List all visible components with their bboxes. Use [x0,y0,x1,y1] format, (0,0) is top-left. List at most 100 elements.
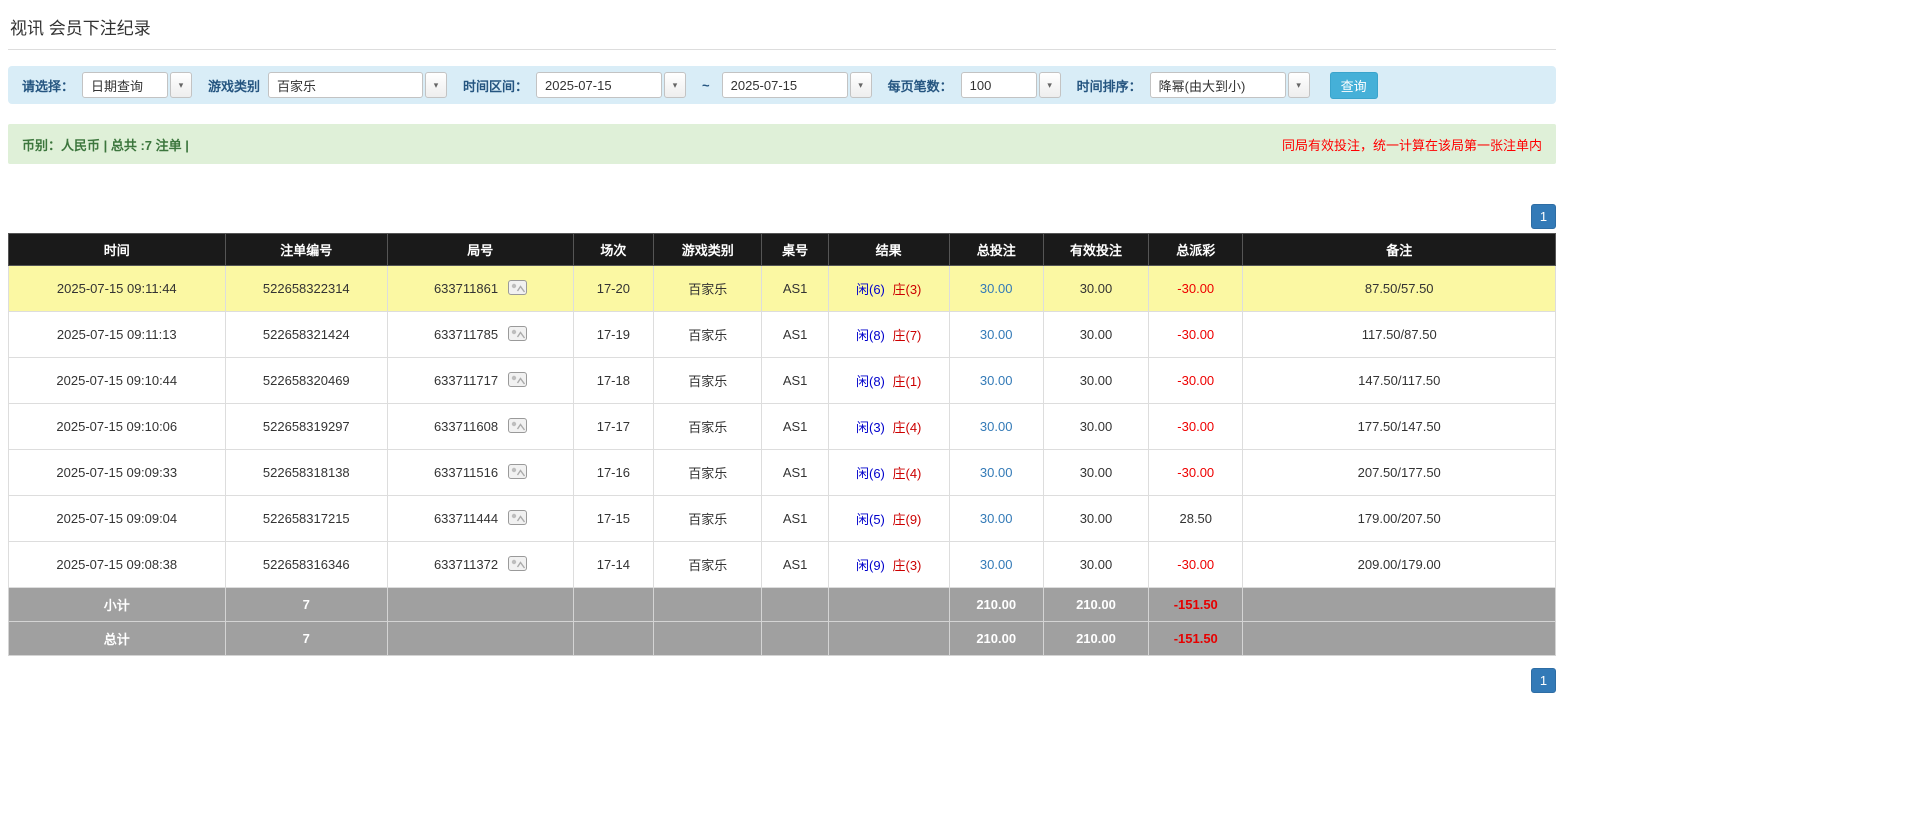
column-header: 有效投注 [1042,233,1150,266]
table-body: 2025-07-15 09:11:44 522658322314 6337118… [8,265,1556,588]
cell-payout: -30.00 [1148,541,1244,588]
filter-bar: 请选择： ▾ 游戏类别 ▾ 时间区间： ▾ ~ ▾ 每页笔数： ▾ 时间排序： … [8,66,1556,104]
date-to-combo: ▾ [721,72,872,98]
cell-valid-bet: 30.00 [1042,357,1150,404]
cell-time: 2025-07-15 09:10:44 [8,357,226,404]
summary-cell [827,621,950,656]
page-1-button[interactable]: 1 [1531,204,1556,229]
round-result-icon[interactable] [507,325,527,344]
cell-table-no: AS1 [761,541,829,588]
result-player: 闲(5) [855,512,885,527]
page-1-button[interactable]: 1 [1531,668,1556,693]
date-from-input[interactable] [536,72,663,98]
cell-payout: -30.00 [1148,357,1244,404]
column-header: 桌号 [761,233,829,266]
summary-cell [761,587,829,622]
summary-row: 小计 7 210.00 210.00 -151.50 [8,587,1556,622]
cell-game-type: 百家乐 [653,403,763,450]
cell-round: 633711785 [387,311,574,358]
cell-remark: 87.50/57.50 [1242,265,1556,312]
result-banker: 庄(3) [892,558,922,573]
round-id: 633711444 [433,510,499,526]
result-banker: 庄(1) [892,374,922,389]
bet-records-table: 时间 注单编号 局号 场次 游戏类别 桌号 结果 总投注 有效投注 总派彩 备注 2025-07-1… [8,233,1556,656]
summary-cell: -151.50 [1148,621,1244,656]
search-button[interactable]: 查询 [1329,71,1378,99]
time-sort-input[interactable] [1149,72,1286,98]
cell-valid-bet: 30.00 [1042,311,1150,358]
cell-total-bet-link[interactable]: 30.00 [948,357,1044,404]
summary-cell: 210.00 [948,621,1044,656]
round-result-icon[interactable] [507,509,527,528]
result-player: 闲(6) [855,466,885,481]
cell-time: 2025-07-15 09:09:33 [8,449,226,496]
cell-result: 闲(5) 庄(9) [827,495,950,542]
cell-game-type: 百家乐 [653,357,763,404]
round-id: 633711516 [433,464,499,480]
result-player: 闲(8) [855,374,885,389]
date-to-input[interactable] [721,72,848,98]
chevron-down-icon[interactable]: ▾ [170,72,193,98]
summary-cell: 210.00 [1042,621,1150,656]
chevron-down-icon[interactable]: ▾ [425,72,448,98]
cell-remark: 209.00/179.00 [1242,541,1556,588]
cell-result: 闲(3) 庄(4) [827,403,950,450]
game-type-label: 游戏类别 [208,78,261,94]
round-result-icon[interactable] [507,279,527,298]
cell-remark: 117.50/87.50 [1242,311,1556,358]
round-result-icon[interactable] [507,417,527,436]
select-type-input[interactable] [82,72,169,98]
pagination-bottom: 1 [8,668,1556,693]
result-player: 闲(3) [855,420,885,435]
summary-cell [1242,621,1556,656]
result-banker: 庄(7) [892,328,922,343]
cell-payout: -30.00 [1148,265,1244,312]
summary-row: 总计 7 210.00 210.00 -151.50 [8,621,1556,656]
summary-cell: 7 [224,587,389,622]
cell-total-bet-link[interactable]: 30.00 [948,495,1044,542]
chevron-down-icon[interactable]: ▾ [664,72,687,98]
result-banker: 庄(4) [892,466,922,481]
round-result-icon[interactable] [507,463,527,482]
summary-cell [1242,587,1556,622]
game-type-input[interactable] [268,72,424,98]
table-row: 2025-07-15 09:09:33 522658318138 6337115… [8,449,1556,496]
column-header: 场次 [572,233,655,266]
table-row: 2025-07-15 09:11:44 522658322314 6337118… [8,265,1556,312]
table-footer: 小计 7 210.00 210.00 -151.50 总计 7 210.00 210.00 -15… [8,587,1556,656]
result-player: 闲(9) [855,558,885,573]
cell-total-bet-link[interactable]: 30.00 [948,311,1044,358]
cell-bet-id: 522658320469 [224,357,389,404]
page-title: 视讯 会员下注纪录 [10,19,151,38]
cell-total-bet-link[interactable]: 30.00 [948,541,1044,588]
cell-table-no: AS1 [761,495,829,542]
summary-cell [387,621,574,656]
cell-round: 633711372 [387,541,574,588]
cell-time: 2025-07-15 09:11:44 [8,265,226,312]
page-size-input[interactable] [960,72,1037,98]
result-banker: 庄(3) [892,282,922,297]
cell-session: 17-15 [572,495,655,542]
cell-round: 633711608 [387,403,574,450]
cell-bet-id: 522658321424 [224,311,389,358]
cell-game-type: 百家乐 [653,311,763,358]
cell-result: 闲(6) 庄(4) [827,449,950,496]
summary-cell [387,587,574,622]
chevron-down-icon[interactable]: ▾ [849,72,872,98]
cell-session: 17-18 [572,357,655,404]
cell-valid-bet: 30.00 [1042,495,1150,542]
chevron-down-icon[interactable]: ▾ [1038,72,1061,98]
summary-cell: 7 [224,621,389,656]
chevron-down-icon[interactable]: ▾ [1287,72,1310,98]
cell-bet-id: 522658319297 [224,403,389,450]
cell-total-bet-link[interactable]: 30.00 [948,403,1044,450]
cell-session: 17-16 [572,449,655,496]
column-header: 备注 [1242,233,1556,266]
cell-total-bet-link[interactable]: 30.00 [948,449,1044,496]
cell-total-bet-link[interactable]: 30.00 [948,265,1044,312]
round-result-icon[interactable] [507,555,527,574]
round-result-icon[interactable] [507,371,527,390]
cell-remark: 177.50/147.50 [1242,403,1556,450]
game-type-combo: ▾ [268,72,448,98]
column-header: 总投注 [948,233,1044,266]
